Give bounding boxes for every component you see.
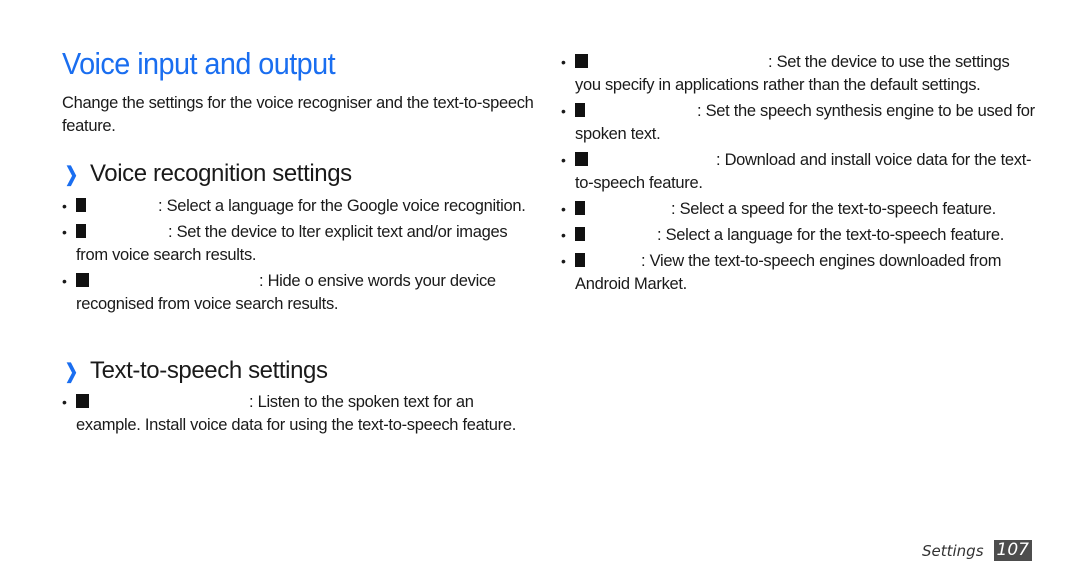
list-item: • : Hide o ensive words your device reco… [62, 270, 542, 316]
page-footer: Settings 107 [922, 540, 1032, 561]
bullet-icon: • [62, 224, 67, 240]
item-text: : Select a speed for the text-to-speech … [671, 200, 996, 218]
item-text: : View the text-to-speech engines downlo… [575, 252, 1002, 293]
bullet-icon: • [561, 152, 566, 168]
missing-glyph-icon [575, 152, 588, 166]
item-text: : Set the device to use the settings you… [575, 53, 1010, 94]
bullet-icon: • [561, 227, 566, 243]
missing-glyph-icon [76, 224, 86, 238]
item-text: : Select a language for the text-to-spee… [657, 226, 1005, 244]
tts-list-left: • : Listen to the spoken text for an exa… [62, 391, 542, 440]
list-item: • : Set the device to lter explicit text… [62, 221, 542, 267]
section-heading-voice-recognition: ❯ Voice recognition settings [62, 160, 352, 188]
list-item: • : Select a speed for the text-to-speec… [561, 198, 1036, 221]
intro-text: Change the settings for the voice recogn… [62, 94, 534, 135]
page-number-badge: 107 [993, 540, 1032, 561]
bullet-icon: • [561, 201, 566, 217]
bullet-icon: • [62, 198, 67, 214]
missing-glyph-icon [76, 394, 89, 408]
item-text: : Hide o ensive words your device recogn… [76, 272, 496, 313]
bullet-icon: • [62, 394, 67, 410]
section-heading-label: Voice recognition settings [90, 160, 352, 187]
voice-recognition-list: • : Select a language for the Google voi… [62, 195, 542, 319]
item-text: : Select a language for the Google voice… [158, 197, 526, 215]
missing-glyph-icon [76, 273, 89, 287]
chevron-right-icon: ❯ [64, 163, 78, 186]
item-text: : Set the device to lter explicit text a… [76, 223, 508, 264]
missing-glyph-icon [575, 227, 585, 241]
bullet-icon: • [561, 103, 566, 119]
list-item: • : Select a language for the text-to-sp… [561, 224, 1036, 247]
missing-glyph-icon [575, 103, 585, 117]
bullet-icon: • [561, 54, 566, 70]
missing-glyph-icon [575, 201, 585, 215]
list-item: • : Set the device to use the settings y… [561, 51, 1036, 97]
bullet-icon: • [561, 253, 566, 269]
tts-list-right: • : Set the device to use the settings y… [561, 51, 1036, 299]
missing-glyph-icon [575, 253, 585, 267]
list-item: • : View the text-to-speech engines down… [561, 250, 1036, 296]
page-title: Voice input and output [62, 46, 336, 81]
chevron-right-icon: ❯ [64, 360, 78, 383]
list-item: • : Listen to the spoken text for an exa… [62, 391, 542, 437]
item-text: : Set the speech synthesis engine to be … [575, 102, 1035, 143]
item-text: : Download and install voice data for th… [575, 151, 1032, 192]
footer-section-label: Settings [922, 541, 984, 560]
list-item: • : Select a language for the Google voi… [62, 195, 542, 218]
list-item: • : Set the speech synthesis engine to b… [561, 100, 1036, 146]
section-heading-text-to-speech: ❯ Text-to-speech settings [62, 357, 328, 385]
item-text: : Listen to the spoken text for an examp… [76, 393, 517, 434]
missing-glyph-icon [76, 198, 86, 212]
missing-glyph-icon [575, 54, 588, 68]
bullet-icon: • [62, 273, 67, 289]
section-heading-label: Text-to-speech settings [90, 357, 328, 384]
list-item: • : Download and install voice data for … [561, 149, 1036, 195]
